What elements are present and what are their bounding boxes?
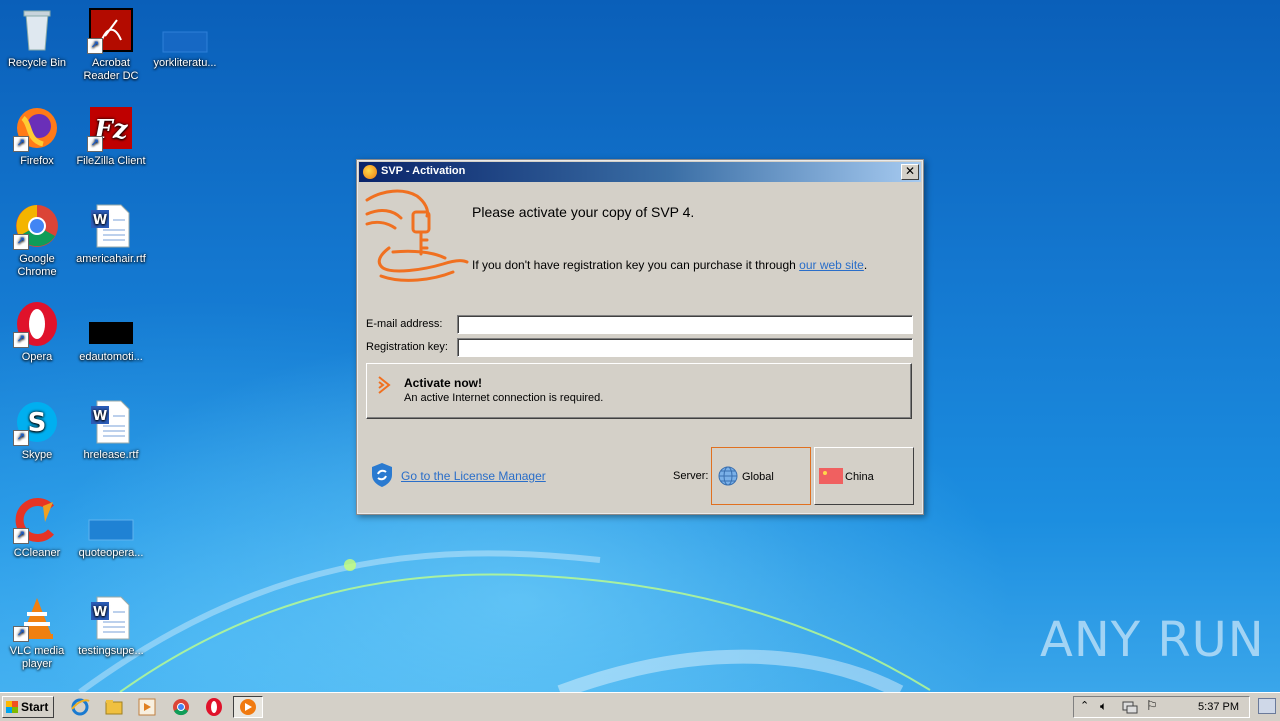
server-label: Server: xyxy=(673,470,709,482)
desktop-icon-yorkliteratu[interactable]: yorkliteratu... xyxy=(148,6,222,70)
ccleaner-icon: ↗ xyxy=(13,496,61,544)
svg-text:W: W xyxy=(93,409,107,424)
desktop-icon-chrome[interactable]: ↗ Google Chrome xyxy=(0,202,74,279)
word-doc-icon: W xyxy=(87,202,135,250)
registration-key-label: Registration key: xyxy=(366,341,448,353)
show-desktop-icon[interactable] xyxy=(1258,698,1276,714)
dialog-title: SVP - Activation xyxy=(381,165,466,177)
speaker-icon[interactable]: 🔈︎ xyxy=(1100,699,1107,714)
china-flag-icon xyxy=(819,468,843,484)
word-doc-icon: W xyxy=(87,594,135,642)
chevron-up-icon[interactable]: ⌃ xyxy=(1080,699,1089,712)
globe-icon xyxy=(718,466,738,486)
shortcut-arrow-icon: ↗ xyxy=(13,136,29,152)
desktop-icon-acrobat[interactable]: ↗ Acrobat Reader DC xyxy=(74,6,148,83)
desktop-icon-filezilla[interactable]: Fz ↗ FileZilla Client xyxy=(74,104,148,168)
server-global-label: Global xyxy=(742,471,774,483)
svg-text:W: W xyxy=(93,213,107,228)
license-manager-link[interactable]: Go to the License Manager xyxy=(401,469,546,483)
activation-heading: Please activate your copy of SVP 4. xyxy=(472,204,695,220)
shortcut-arrow-icon: ↗ xyxy=(13,528,29,544)
svp-icon xyxy=(363,165,377,179)
shortcut-arrow-icon: ↗ xyxy=(13,430,29,446)
shortcut-arrow-icon: ↗ xyxy=(13,234,29,250)
purchase-text: If you don't have registration key you c… xyxy=(472,258,867,272)
start-label: Start xyxy=(21,700,49,714)
windows-logo-icon xyxy=(6,701,18,713)
file-icon xyxy=(87,496,135,544)
activate-now-button[interactable]: Activate now! An active Internet connect… xyxy=(366,363,912,419)
skype-icon: S ↗ xyxy=(13,398,61,446)
registration-key-field[interactable] xyxy=(457,338,913,357)
word-doc-icon: W xyxy=(87,398,135,446)
svp-icon xyxy=(240,699,256,715)
chrome-icon: ↗ xyxy=(13,202,61,250)
desktop-icon-firefox[interactable]: ↗ Firefox xyxy=(0,104,74,168)
desktop-icon-americahair[interactable]: W americahair.rtf xyxy=(74,202,148,266)
recycle-bin-icon xyxy=(13,6,61,54)
desktop-icon-skype[interactable]: S ↗ Skype xyxy=(0,398,74,462)
network-icon[interactable] xyxy=(1122,700,1138,714)
desktop-icon-testingsupe[interactable]: W testingsupe... xyxy=(74,594,148,658)
file-icon xyxy=(161,6,209,54)
taskbar: Start ⌃ 🔈︎ ⚐ 5:37 PM xyxy=(0,692,1280,721)
internet-explorer-icon[interactable] xyxy=(70,697,90,717)
activate-now-title: Activate now! xyxy=(404,376,483,390)
media-player-icon[interactable] xyxy=(137,697,157,717)
purchase-text-body: If you don't have registration key you c… xyxy=(472,258,800,272)
opera-icon: ↗ xyxy=(13,300,61,348)
desktop-icon-recycle-bin[interactable]: Recycle Bin xyxy=(0,6,74,70)
desktop-icon-hrelease[interactable]: W hrelease.rtf xyxy=(74,398,148,462)
explorer-icon[interactable] xyxy=(104,697,124,717)
shield-refresh-icon xyxy=(372,463,392,487)
activate-now-subtitle: An active Internet connection is require… xyxy=(404,392,604,404)
chrome-icon[interactable] xyxy=(171,697,191,717)
email-field[interactable] xyxy=(457,315,913,334)
dialog-titlebar[interactable]: SVP - Activation ✕ xyxy=(359,162,921,182)
svg-text:W: W xyxy=(93,605,107,620)
desktop-icon-vlc[interactable]: ↗ VLC media player xyxy=(0,594,74,671)
svp-taskbar-button[interactable] xyxy=(233,696,263,718)
desktop-icon-ccleaner[interactable]: ↗ CCleaner xyxy=(0,496,74,560)
svg-text:S: S xyxy=(28,408,47,438)
shortcut-arrow-icon: ↗ xyxy=(13,332,29,348)
clock[interactable]: 5:37 PM xyxy=(1198,701,1239,713)
shortcut-arrow-icon: ↗ xyxy=(13,626,29,642)
chevron-right-icon xyxy=(378,376,391,394)
desktop-icon-opera[interactable]: ↗ Opera xyxy=(0,300,74,364)
purchase-text-end: . xyxy=(863,258,868,272)
close-button[interactable]: ✕ xyxy=(901,164,919,180)
anyrun-watermark: ANY RUN xyxy=(1040,612,1265,668)
filezilla-icon: Fz ↗ xyxy=(87,104,135,152)
acrobat-icon: ↗ xyxy=(87,6,135,54)
start-button[interactable]: Start xyxy=(2,696,54,718)
desktop-icon-quoteopera[interactable]: quoteopera... xyxy=(74,496,148,560)
file-icon xyxy=(87,300,135,348)
desktop-icon-edautomoti[interactable]: edautomoti... xyxy=(74,300,148,364)
firefox-icon: ↗ xyxy=(13,104,61,152)
vlc-icon: ↗ xyxy=(13,594,61,642)
server-china-label: China xyxy=(845,471,874,483)
shortcut-arrow-icon: ↗ xyxy=(87,136,103,152)
server-china-button[interactable]: China xyxy=(814,447,914,505)
shortcut-arrow-icon: ↗ xyxy=(87,38,103,54)
flag-icon[interactable]: ⚐ xyxy=(1146,698,1158,714)
web-site-link[interactable]: our web site xyxy=(799,258,864,272)
server-global-button[interactable]: Global xyxy=(711,447,811,505)
hand-key-icon xyxy=(365,189,469,282)
svp-activation-dialog: SVP - Activation ✕ Please activate your … xyxy=(356,159,924,515)
email-label: E-mail address: xyxy=(366,318,443,330)
system-tray: ⌃ 🔈︎ ⚐ 5:37 PM xyxy=(1073,696,1250,718)
opera-icon[interactable] xyxy=(204,697,224,717)
